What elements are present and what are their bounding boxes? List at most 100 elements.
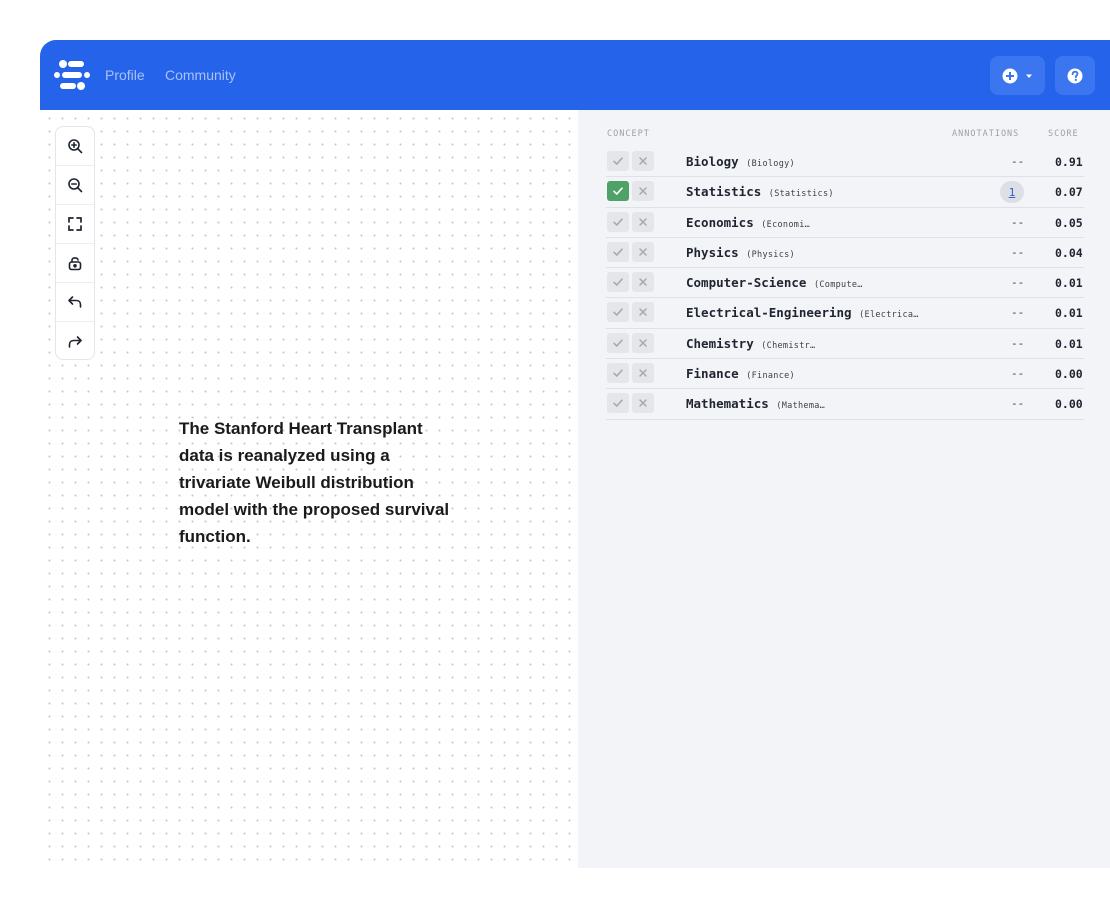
logo-icon[interactable] xyxy=(54,58,90,92)
concept-label: Mathematics xyxy=(686,396,769,412)
reject-concept-button[interactable] xyxy=(632,302,654,323)
concept-row: Biology (Biology) -- 0.91 xyxy=(606,147,1084,178)
concept-label: Economics xyxy=(686,214,754,230)
close-icon xyxy=(639,369,647,377)
reject-concept-button[interactable] xyxy=(632,363,654,384)
accept-concept-button[interactable] xyxy=(607,363,629,384)
annotation-count: -- xyxy=(1011,245,1025,259)
concept-score: 0.00 xyxy=(1055,367,1083,382)
concept-column-header: CONCEPT xyxy=(607,129,650,139)
accept-concept-button[interactable] xyxy=(607,151,629,171)
concept-name: Biology (Biology) xyxy=(686,154,795,169)
plus-circle-icon xyxy=(1002,68,1017,83)
annotation-count: -- xyxy=(1011,336,1025,350)
annotation-count: -- xyxy=(1011,215,1025,229)
undo-button[interactable] xyxy=(56,283,94,322)
concept-label: Computer-Science xyxy=(686,275,807,291)
lock-toggle-button[interactable] xyxy=(56,244,94,283)
canvas-toolbar xyxy=(55,126,95,360)
zoom-in-icon xyxy=(68,139,83,154)
reject-concept-button[interactable] xyxy=(632,211,654,232)
nav-community-link[interactable]: Community xyxy=(165,67,236,83)
check-icon xyxy=(613,187,623,196)
concept-panel: CONCEPT ANNOTATIONS SCORE Biology (Biolo… xyxy=(578,110,1110,868)
concept-label: Chemistry xyxy=(686,335,754,351)
close-icon xyxy=(639,339,647,347)
close-icon xyxy=(639,399,647,408)
help-icon xyxy=(1067,68,1083,83)
check-icon xyxy=(613,369,623,377)
reject-concept-button[interactable] xyxy=(632,241,654,262)
reject-concept-button[interactable] xyxy=(632,393,654,414)
top-bar: Profile Community xyxy=(40,40,1110,110)
accept-concept-button[interactable] xyxy=(607,181,629,202)
help-button[interactable] xyxy=(1055,56,1095,95)
check-icon xyxy=(613,248,623,256)
close-icon xyxy=(639,248,647,256)
concept-row: Mathematics (Mathema… -- 0.00 xyxy=(606,389,1084,420)
concept-row: Statistics (Statistics) 1 0.07 xyxy=(606,177,1084,208)
concept-label: Biology xyxy=(686,154,739,169)
accept-concept-button[interactable] xyxy=(607,393,629,414)
check-icon xyxy=(613,339,623,347)
concept-row: Computer-Science (Compute… -- 0.01 xyxy=(606,268,1084,299)
concept-label: Electrical-Engineering xyxy=(686,305,852,321)
accept-concept-button[interactable] xyxy=(607,272,629,293)
reject-concept-button[interactable] xyxy=(632,332,654,353)
annotation-count: -- xyxy=(1011,306,1025,320)
concept-score: 0.01 xyxy=(1055,276,1083,291)
accept-concept-button[interactable] xyxy=(607,332,629,353)
concept-row: Physics (Physics) -- 0.04 xyxy=(606,238,1084,269)
concept-row: Chemistry (Chemistr… -- 0.01 xyxy=(606,329,1084,360)
accept-concept-button[interactable] xyxy=(607,302,629,323)
zoom-out-icon xyxy=(68,178,83,193)
concept-name: Mathematics (Mathema… xyxy=(686,396,825,411)
redo-button[interactable] xyxy=(56,322,94,361)
close-icon xyxy=(639,157,647,165)
zoom-in-button[interactable] xyxy=(56,127,94,166)
undo-icon xyxy=(68,296,82,308)
concept-list: Biology (Biology) -- 0.91 Statistics (Stati… xyxy=(606,147,1084,420)
concept-name: Economics (Economi… xyxy=(686,215,810,230)
concept-score: 0.07 xyxy=(1055,185,1083,200)
abstract-note[interactable]: The Stanford Heart Transplant data is re… xyxy=(179,415,459,550)
concept-score: 0.01 xyxy=(1055,306,1083,321)
nav-profile-link[interactable]: Profile xyxy=(105,67,145,83)
concept-sublabel: (Physics) xyxy=(746,249,795,260)
concept-score: 0.91 xyxy=(1055,155,1083,169)
concept-name: Physics (Physics) xyxy=(686,245,795,260)
concept-label: Finance xyxy=(686,366,739,382)
reject-concept-button[interactable] xyxy=(632,151,654,171)
reject-concept-button[interactable] xyxy=(632,272,654,293)
close-icon xyxy=(639,278,647,286)
fit-view-button[interactable] xyxy=(56,205,94,244)
concept-sublabel: (Electrica… xyxy=(859,310,919,321)
annotation-count: -- xyxy=(1011,397,1025,411)
concept-sublabel: (Compute… xyxy=(813,280,863,291)
concept-sublabel: (Mathema… xyxy=(776,401,826,412)
redo-icon xyxy=(68,335,82,348)
fit-view-icon xyxy=(68,217,82,231)
graph-canvas[interactable]: The Stanford Heart Transplant data is re… xyxy=(40,110,578,868)
concept-sublabel: (Finance) xyxy=(746,371,795,382)
zoom-out-button[interactable] xyxy=(56,166,94,205)
concept-name: Finance (Finance) xyxy=(686,366,795,381)
check-icon xyxy=(613,278,623,286)
concept-sublabel: (Economi… xyxy=(761,219,811,230)
concept-name: Statistics (Statistics) xyxy=(686,184,834,199)
reject-concept-button[interactable] xyxy=(632,181,654,202)
concept-sublabel: (Statistics) xyxy=(768,189,834,200)
accept-concept-button[interactable] xyxy=(607,211,629,232)
accept-concept-button[interactable] xyxy=(607,241,629,262)
annotation-count-badge[interactable]: 1 xyxy=(1000,181,1024,204)
add-menu-button[interactable] xyxy=(990,56,1045,95)
concept-row: Finance (Finance) -- 0.00 xyxy=(606,359,1084,390)
check-icon xyxy=(613,308,623,317)
close-icon xyxy=(639,308,647,317)
concept-sublabel: (Chemistr… xyxy=(761,340,816,351)
unlock-icon xyxy=(68,257,82,271)
caret-down-icon xyxy=(1025,74,1032,78)
score-column-header: SCORE xyxy=(1048,129,1079,139)
concept-score: 0.00 xyxy=(1055,397,1083,412)
concept-label: Physics xyxy=(686,244,739,260)
